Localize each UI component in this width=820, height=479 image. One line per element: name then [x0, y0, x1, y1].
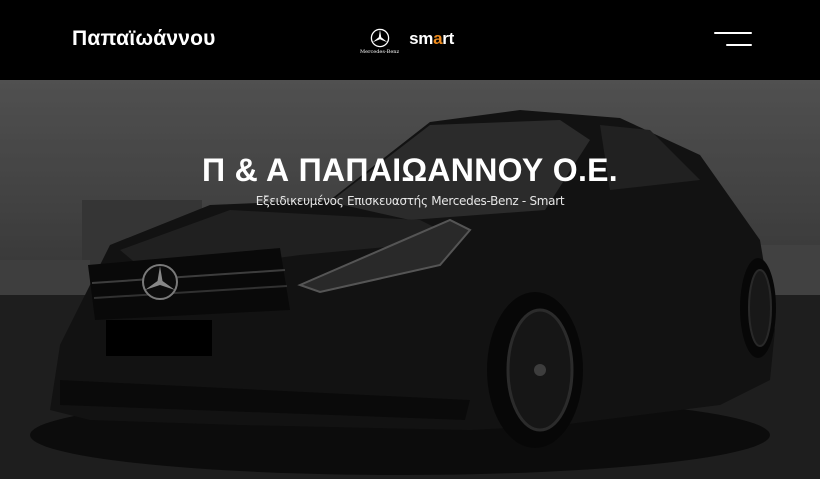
- smart-logo-tail: rt: [442, 29, 454, 48]
- smart-logo-main: sm: [409, 29, 434, 48]
- hero-title: Π & Α ΠΑΠΑΙΩΑΝΝΟΥ Ο.Ε.: [202, 152, 618, 188]
- brand-logo-text[interactable]: Παπαϊωάννου: [72, 27, 216, 51]
- partner-logos: Mercedes-Benz smart: [360, 26, 454, 56]
- hero-banner: Π & Α ΠΑΠΑΙΩΑΝΝΟΥ Ο.Ε. Εξειδικευμένος Επ…: [0, 80, 820, 479]
- mercedes-benz-label: Mercedes-Benz: [360, 48, 400, 55]
- smart-logo[interactable]: smart: [409, 29, 454, 49]
- hero-subtitle: Εξειδικευμένος Επισκευαστής Mercedes-Ben…: [255, 194, 565, 208]
- hamburger-icon-line-top: [714, 32, 752, 34]
- smart-logo-accent: a: [433, 29, 443, 48]
- mercedes-star-icon: [370, 28, 389, 47]
- menu-button[interactable]: [712, 30, 754, 48]
- hamburger-icon-line-bottom: [726, 44, 752, 46]
- mercedes-benz-logo[interactable]: Mercedes-Benz: [360, 28, 399, 55]
- site-header: Παπαϊωάννου Mercedes-Benz smart: [0, 0, 820, 80]
- hero-overlay: [0, 80, 820, 479]
